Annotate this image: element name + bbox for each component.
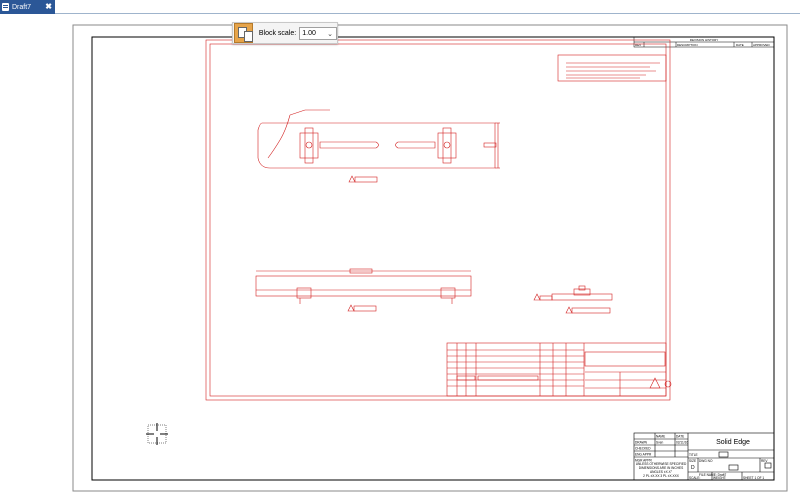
brand-logo: Solid Edge [716, 439, 750, 446]
tb-size-value: D [691, 465, 695, 471]
document-tabbar: Draft7 ✖ [0, 0, 800, 14]
tb-sheet-label: SHEET 1 OF 1 [743, 476, 764, 480]
tb-weight-label: WEIGHT: [713, 476, 726, 480]
block-scale-select[interactable]: 1.00 ⌄ [299, 26, 337, 40]
draft-document-icon [2, 3, 9, 11]
tab-title: Draft7 [12, 3, 32, 11]
revision-title: REVISION HISTORY [690, 38, 718, 42]
tb-tolerance-4: 2 PL ±X.XX 3 PL ±X.XXX [643, 474, 680, 478]
tb-row-drawn: DRAWN [635, 441, 648, 445]
tb-date-header: DATE [676, 435, 684, 439]
tb-title-label: TITLE [689, 453, 698, 457]
crosshair-cursor-icon [146, 423, 168, 445]
revision-col-approved: APPROVED [753, 43, 771, 47]
block-scale-value: 1.00 [302, 29, 316, 37]
drawing-canvas[interactable]: REVISION HISTORY REV DESCRIPTION DATE AP… [0, 15, 800, 499]
block-scale-toolbar: Block scale: 1.00 ⌄ [232, 22, 338, 44]
drawing-sheet: REVISION HISTORY REV DESCRIPTION DATE AP… [72, 24, 788, 492]
tb-drawn-name: Sven [656, 441, 663, 445]
tb-rev-label: REV [761, 459, 768, 463]
chevron-down-icon[interactable]: ⌄ [327, 30, 333, 38]
tab-draft7[interactable]: Draft7 ✖ [0, 0, 55, 14]
sheet-paper [72, 24, 788, 492]
revision-col-date: DATE [736, 43, 744, 47]
tb-drawn-date: 02/11/16 [676, 441, 688, 445]
revision-col-desc: DESCRIPTION [677, 43, 698, 47]
tb-size-label: SIZE [689, 459, 696, 463]
block-clipboard-icon[interactable] [234, 23, 253, 43]
tb-name-header: NAME [656, 435, 665, 439]
block-scale-label: Block scale: [258, 29, 297, 37]
tb-scale-label: SCALE: [689, 476, 700, 480]
close-icon[interactable]: ✖ [45, 3, 52, 11]
tb-row-eng: ENG APPR [635, 453, 652, 457]
revision-col-rev: REV [635, 43, 641, 47]
tb-dwg-label: DWG NO [699, 459, 713, 463]
tb-row-checked: CHECKED [635, 447, 651, 451]
